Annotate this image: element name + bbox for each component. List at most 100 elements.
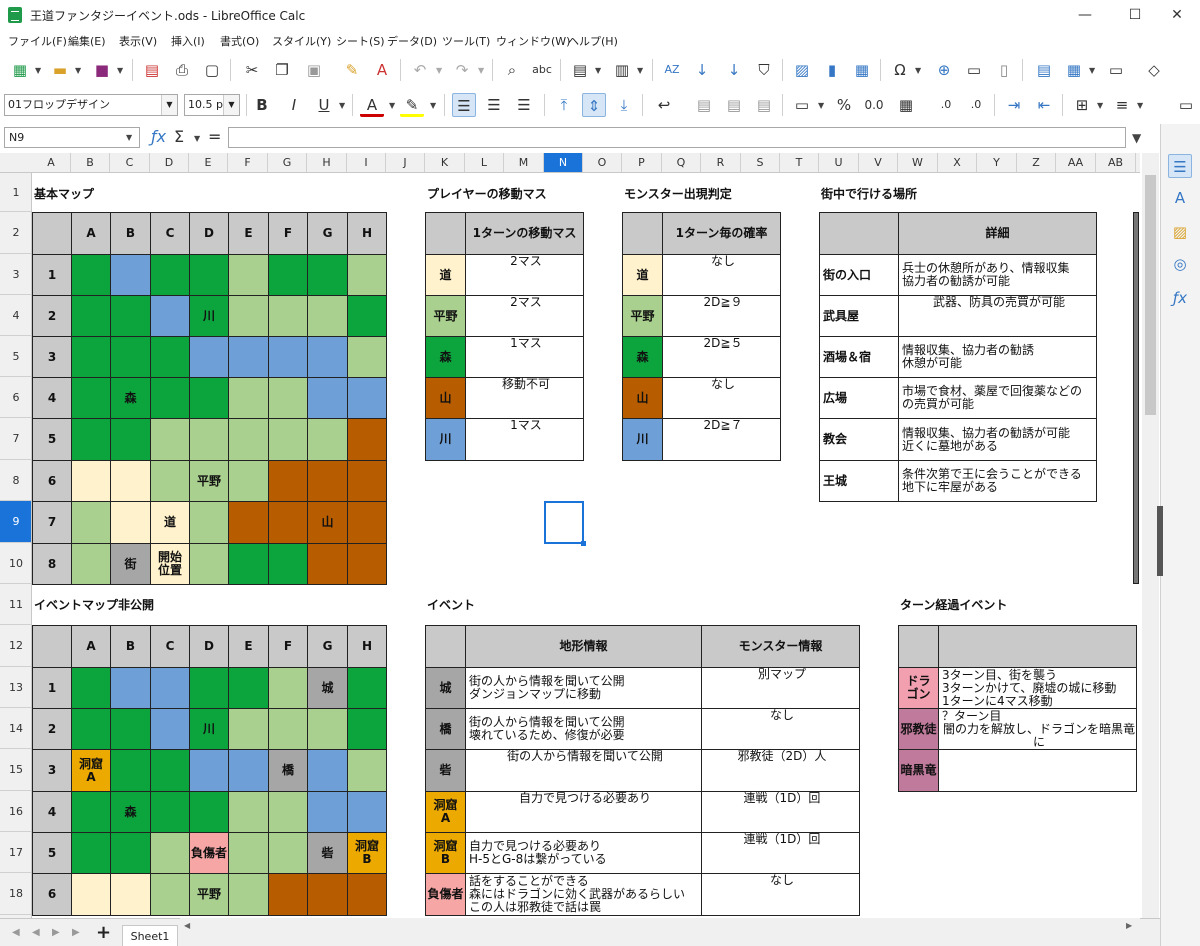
map-tile[interactable] xyxy=(307,295,348,337)
map-tile[interactable] xyxy=(307,418,348,461)
map-tile[interactable] xyxy=(228,543,269,585)
map-tile[interactable] xyxy=(347,460,387,502)
map-tile[interactable] xyxy=(347,295,387,337)
chevron-down-icon[interactable]: ▼ xyxy=(223,95,239,115)
delete-decimal-icon[interactable]: .0 xyxy=(964,93,988,117)
border-style-icon[interactable]: ≡ xyxy=(1110,93,1134,117)
map-tile[interactable] xyxy=(71,791,111,833)
map-tile[interactable] xyxy=(307,377,348,419)
navigator-icon[interactable]: ◎ xyxy=(1168,252,1192,276)
row-header[interactable]: 10 xyxy=(0,543,31,584)
map-tile[interactable]: 平野 xyxy=(189,873,229,916)
decrease-indent-icon[interactable]: ⇤ xyxy=(1032,93,1056,117)
map-tile[interactable] xyxy=(307,749,348,792)
chevron-down-icon[interactable]: ▼ xyxy=(339,101,345,110)
add-decimal-icon[interactable]: .0 xyxy=(934,93,958,117)
menu-edit[interactable]: 編集(E) xyxy=(68,33,106,49)
column-header[interactable]: W xyxy=(898,153,938,172)
menu-file[interactable]: ファイル(F) xyxy=(8,33,67,49)
align-middle-icon[interactable]: ⇕ xyxy=(582,93,606,117)
sort-ascending-icon[interactable]: ↓ xyxy=(690,58,714,82)
comment-icon[interactable]: ▭ xyxy=(962,58,986,82)
paste-icon[interactable]: ▣ xyxy=(302,58,326,82)
map-tile[interactable] xyxy=(347,254,387,296)
chevron-down-icon[interactable]: ▼ xyxy=(161,95,177,115)
map-tile[interactable]: 道 xyxy=(150,501,190,544)
autofilter-icon[interactable]: ⛉ xyxy=(752,58,776,82)
functions-icon[interactable]: ƒx xyxy=(1168,286,1192,310)
scroll-left-icon[interactable]: ◀ xyxy=(184,921,190,930)
map-tile[interactable] xyxy=(150,418,190,461)
highlight-color-icon[interactable]: ✎ xyxy=(400,93,424,117)
chevron-down-icon[interactable]: ▼ xyxy=(1089,66,1095,75)
chevron-down-icon[interactable]: ▼ xyxy=(436,66,442,75)
map-tile[interactable] xyxy=(71,460,111,502)
map-tile[interactable] xyxy=(268,873,308,916)
clone-formatting-icon[interactable]: ✎ xyxy=(340,58,364,82)
map-tile[interactable] xyxy=(347,336,387,378)
row-header[interactable]: 15 xyxy=(0,749,31,791)
map-tile[interactable] xyxy=(189,336,229,378)
row-header[interactable]: 12 xyxy=(0,625,31,667)
font-name-box[interactable]: 01フロップデザイン ▼ xyxy=(4,94,178,116)
map-tile[interactable]: 川 xyxy=(189,708,229,750)
map-tile[interactable] xyxy=(228,873,269,916)
gallery-icon[interactable]: ▨ xyxy=(1168,220,1192,244)
map-tile[interactable] xyxy=(268,418,308,461)
map-tile[interactable] xyxy=(347,377,387,419)
map-tile[interactable] xyxy=(268,336,308,378)
column-header[interactable]: G xyxy=(268,153,307,172)
map-tile[interactable] xyxy=(71,708,111,750)
next-sheet-icon[interactable]: ▶ xyxy=(52,927,60,938)
maximize-button[interactable]: ☐ xyxy=(1112,0,1158,30)
map-tile[interactable] xyxy=(228,708,269,750)
map-tile[interactable] xyxy=(150,460,190,502)
map-tile[interactable] xyxy=(268,501,308,544)
map-tile[interactable] xyxy=(150,749,190,792)
chevron-down-icon[interactable]: ▼ xyxy=(389,101,395,110)
column-header[interactable]: V xyxy=(859,153,898,172)
map-tile[interactable] xyxy=(150,254,190,296)
date-format-icon[interactable]: ▦ xyxy=(894,93,918,117)
align-bottom-icon[interactable]: ⤓ xyxy=(612,93,636,117)
chevron-down-icon[interactable]: ▼ xyxy=(915,66,921,75)
active-cell-cursor[interactable] xyxy=(544,501,586,546)
map-tile[interactable] xyxy=(110,295,151,337)
freeze-rows-icon[interactable]: ▦ xyxy=(1062,58,1086,82)
map-tile[interactable] xyxy=(110,336,151,378)
save-icon[interactable]: ■ xyxy=(90,58,114,82)
row-header[interactable]: 1 xyxy=(0,173,31,212)
map-tile[interactable]: 負傷者 xyxy=(189,832,229,874)
horizontal-scrollbar[interactable]: ◀ ▶ xyxy=(180,918,1140,935)
map-tile[interactable] xyxy=(150,295,190,337)
map-tile[interactable] xyxy=(71,543,111,585)
column-header[interactable]: C xyxy=(110,153,150,172)
first-sheet-icon[interactable]: ◀ xyxy=(12,927,20,938)
map-tile[interactable] xyxy=(110,708,151,750)
sheet-tab[interactable]: Sheet1 xyxy=(122,925,178,946)
print-icon[interactable]: ⎙ xyxy=(170,58,194,82)
align-left-icon[interactable]: ☰ xyxy=(452,93,476,117)
menu-window[interactable]: ウィンドウ(W) xyxy=(496,33,570,49)
chevron-down-icon[interactable]: ▼ xyxy=(117,66,123,75)
row-header[interactable]: 9 xyxy=(0,501,31,543)
row-header[interactable]: 5 xyxy=(0,336,31,377)
map-tile[interactable] xyxy=(150,791,190,833)
map-tile[interactable] xyxy=(71,295,111,337)
map-tile[interactable] xyxy=(228,667,269,709)
redo-icon[interactable]: ↷ xyxy=(450,58,474,82)
map-tile[interactable] xyxy=(307,460,348,502)
map-tile[interactable] xyxy=(189,543,229,585)
map-tile[interactable] xyxy=(110,418,151,461)
menu-view[interactable]: 表示(V) xyxy=(119,33,157,49)
clear-formatting-icon[interactable]: A xyxy=(370,58,394,82)
number-format-icon[interactable]: 0.0 xyxy=(862,93,886,117)
chevron-down-icon[interactable]: ▼ xyxy=(478,66,484,75)
column-icon[interactable]: ▥ xyxy=(610,58,634,82)
map-tile[interactable] xyxy=(71,501,111,544)
menu-tools[interactable]: ツール(T) xyxy=(442,33,490,49)
map-tile[interactable] xyxy=(71,336,111,378)
font-size-box[interactable]: 10.5 pt ▼ xyxy=(184,94,240,116)
map-tile[interactable] xyxy=(228,749,269,792)
properties-icon[interactable]: ☰ xyxy=(1168,154,1192,178)
